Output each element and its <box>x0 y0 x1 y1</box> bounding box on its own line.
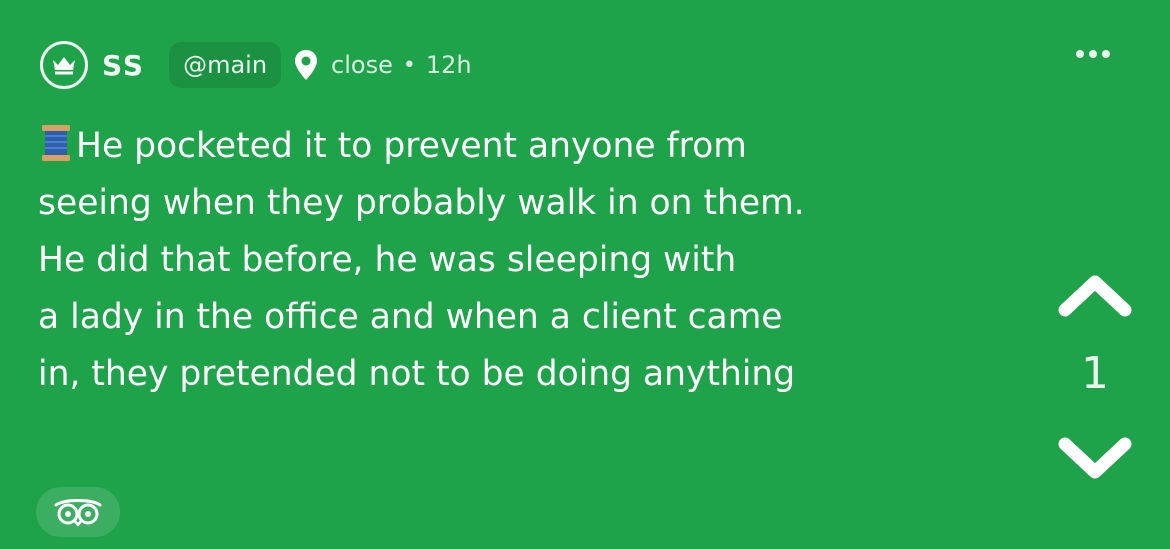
chevron-down-icon[interactable] <box>1057 432 1133 484</box>
crown-icon <box>53 57 75 75</box>
chevron-up-icon[interactable] <box>1057 270 1133 322</box>
author-name[interactable]: SS <box>102 49 145 82</box>
separator-dot: • <box>402 52 416 78</box>
location-info: close • 12h <box>293 49 472 81</box>
vote-count: 1 <box>1081 348 1109 399</box>
post-text: He pocketed it to prevent anyone from se… <box>38 126 805 394</box>
owl-eyes-icon <box>54 499 102 527</box>
author-avatar[interactable] <box>40 41 88 89</box>
more-options-dot <box>1089 50 1097 58</box>
channel-label: @main <box>183 51 268 79</box>
spool-of-thread-icon <box>42 125 70 161</box>
more-options-icon <box>1076 50 1084 58</box>
channel-chip[interactable]: @main <box>169 42 282 88</box>
more-options-button[interactable] <box>1070 40 1116 68</box>
owl-button[interactable] <box>36 487 120 537</box>
map-pin-icon <box>295 50 318 80</box>
post-card: SS @main close • 12h He pocketed it to p… <box>0 0 1170 549</box>
post-header: SS @main close • 12h <box>40 40 472 90</box>
more-options-dot <box>1102 50 1110 58</box>
post-age: 12h <box>425 51 472 79</box>
post-body: He pocketed it to prevent anyone from se… <box>38 118 998 403</box>
vote-column: 1 <box>1050 270 1140 490</box>
location-label: close <box>331 51 393 79</box>
